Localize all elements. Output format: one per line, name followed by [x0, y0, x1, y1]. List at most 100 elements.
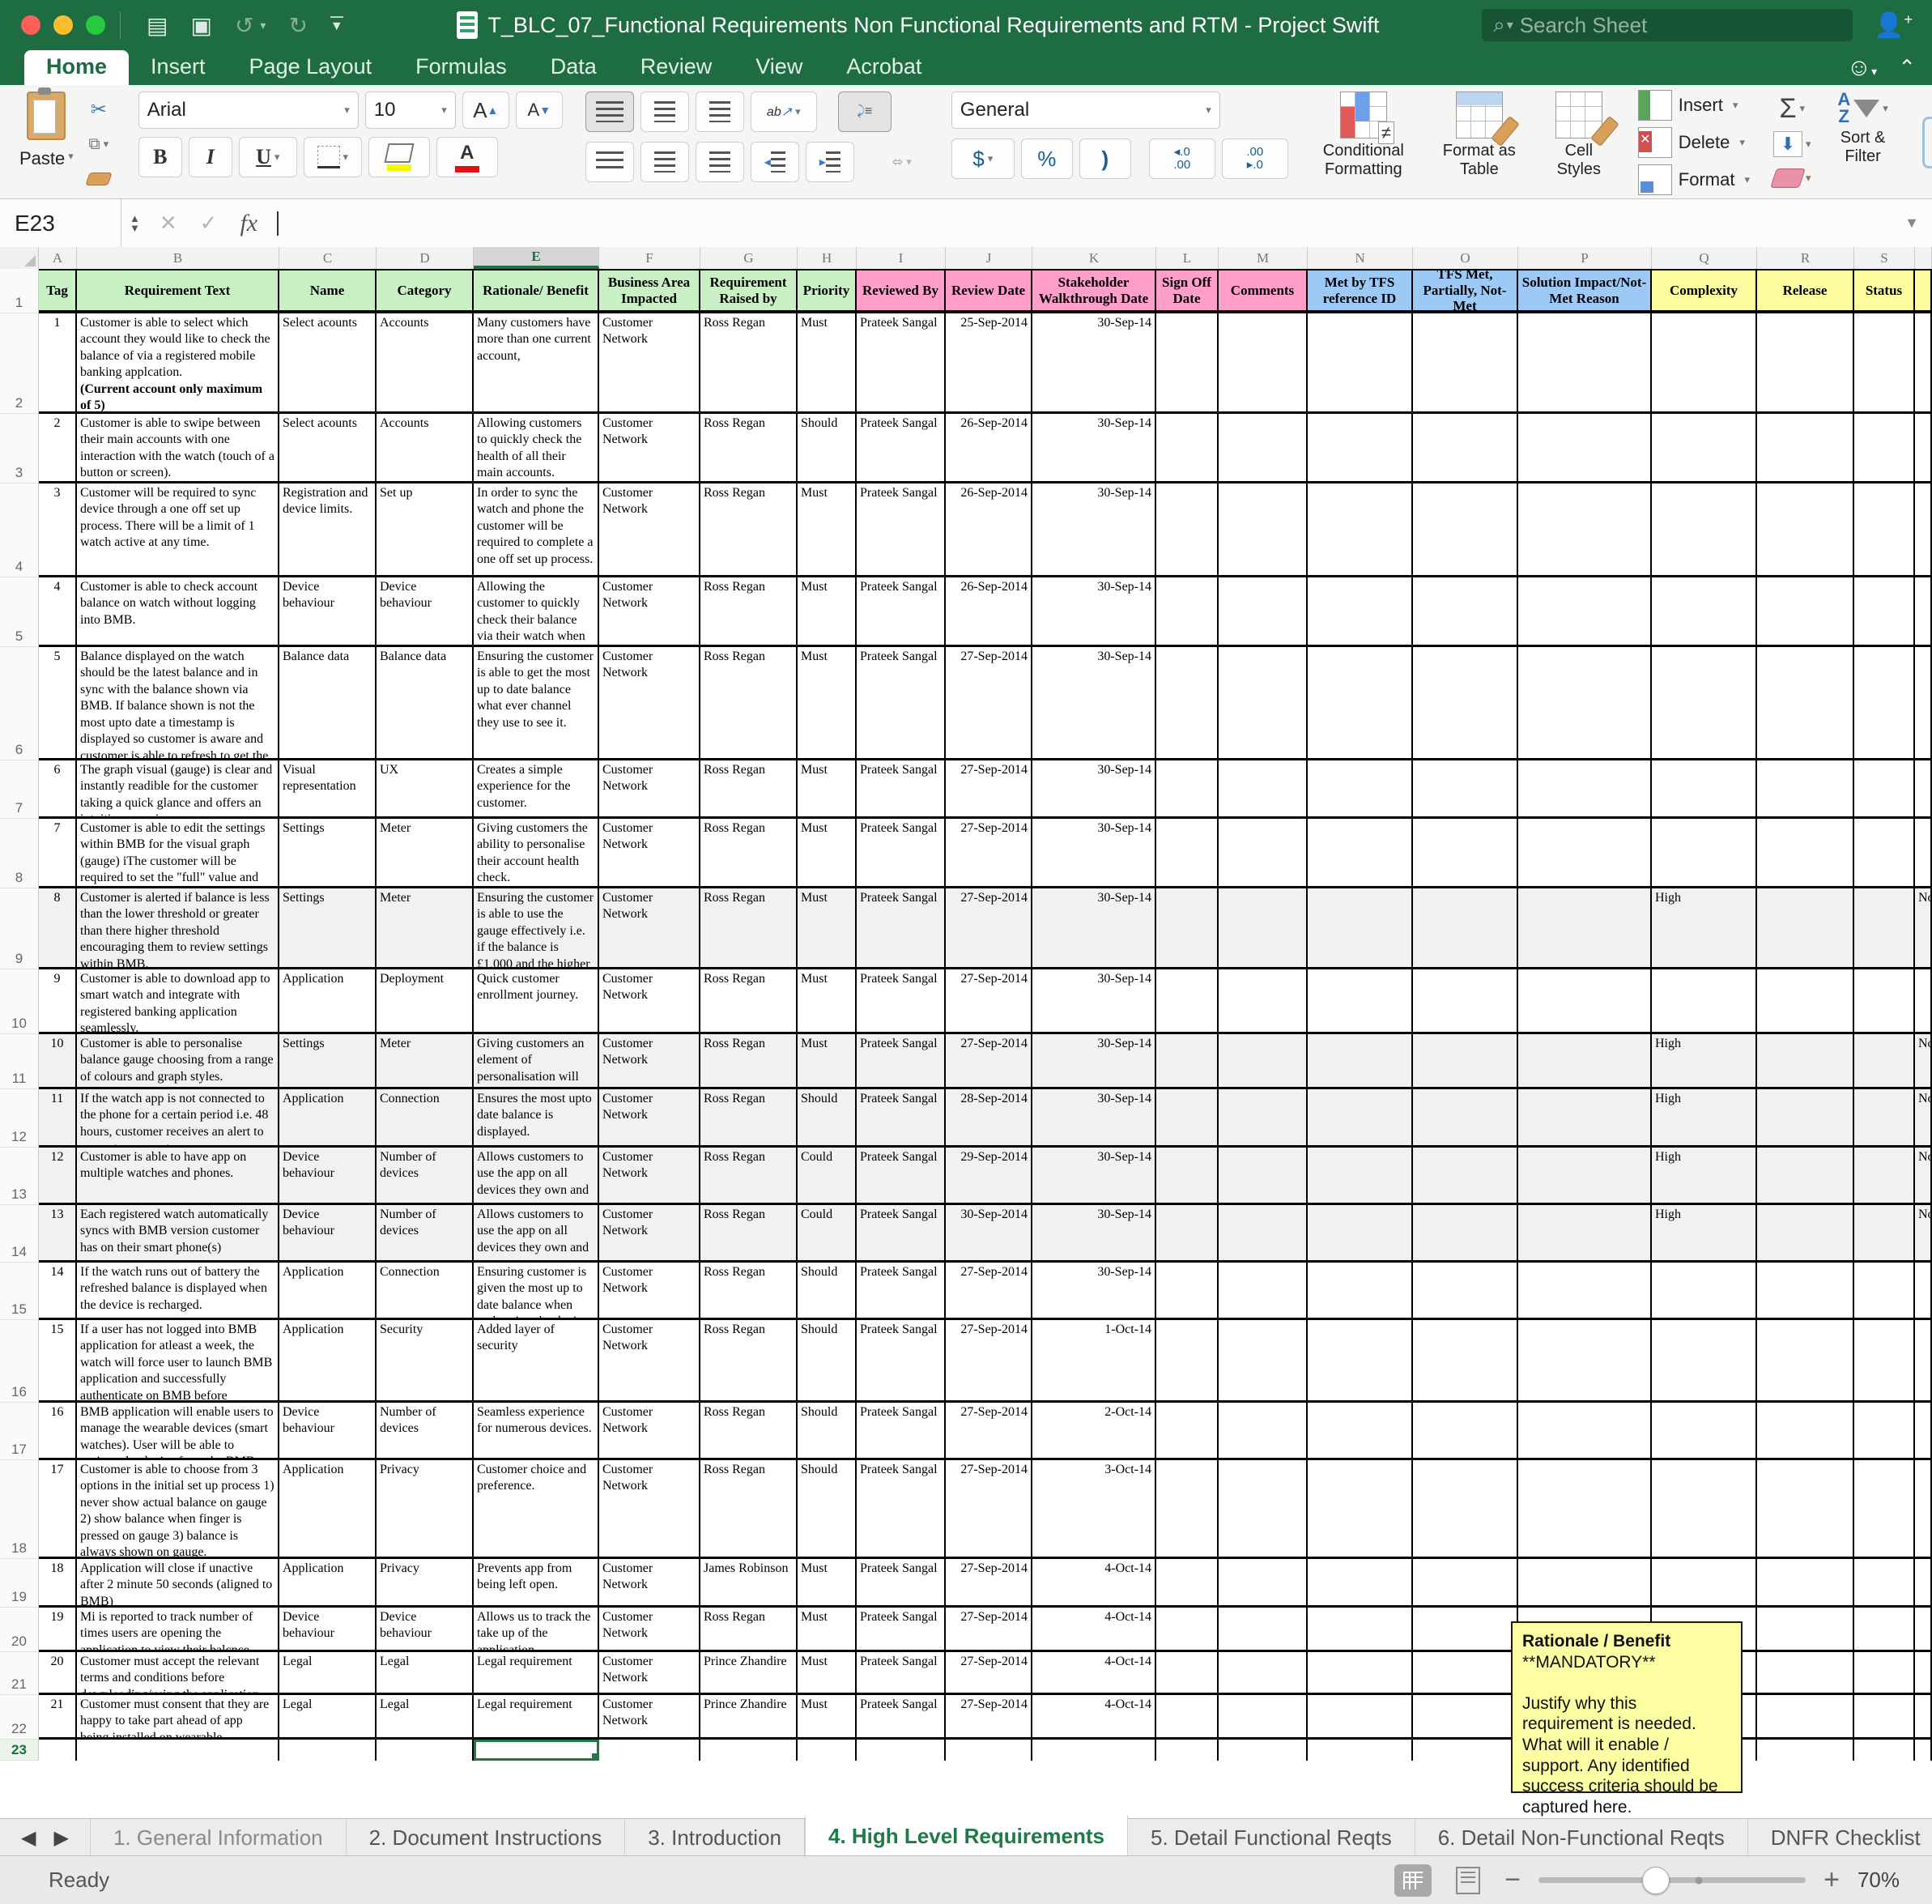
align-middle-button[interactable]	[640, 92, 689, 132]
cell-release[interactable]	[1757, 313, 1854, 414]
row-number[interactable]: 11	[0, 1034, 39, 1089]
cell-status[interactable]	[1854, 1263, 1915, 1320]
cell-tfs_ref[interactable]	[1308, 1652, 1413, 1695]
cell-sign_off[interactable]	[1156, 1740, 1219, 1761]
header-cell-priority[interactable]: Priority	[798, 269, 857, 313]
cell-area[interactable]: Customer Network	[599, 1695, 700, 1740]
cell-status[interactable]	[1854, 483, 1915, 577]
cell-tag[interactable]: 18	[39, 1559, 77, 1608]
ribbon-tab-data[interactable]: Data	[529, 50, 619, 85]
cell-tag[interactable]: 21	[39, 1695, 77, 1740]
cell-name[interactable]: Balance data	[279, 647, 377, 760]
cell-tfs_ref[interactable]	[1308, 969, 1413, 1034]
cell-name[interactable]: Select acounts	[279, 414, 377, 483]
cell-reviewed_by[interactable]: Prateek Sangal	[857, 1320, 946, 1403]
cell-status[interactable]	[1854, 1460, 1915, 1559]
cell-tag[interactable]: 16	[39, 1403, 77, 1460]
cell-t[interactable]	[1915, 414, 1932, 483]
cell-priority[interactable]: Should	[798, 414, 857, 483]
cell-tag[interactable]: 10	[39, 1034, 77, 1089]
cell-comments[interactable]	[1219, 1320, 1308, 1403]
cell-release[interactable]	[1757, 1460, 1854, 1559]
cell-review_date[interactable]: 27-Sep-2014	[946, 1320, 1032, 1403]
cell-area[interactable]: Customer Network	[599, 1608, 700, 1652]
cell-comments[interactable]	[1219, 819, 1308, 888]
ribbon-tab-home[interactable]: Home	[24, 50, 129, 85]
row-number[interactable]: 16	[0, 1320, 39, 1403]
cell-reviewed_by[interactable]: Prateek Sangal	[857, 1148, 946, 1205]
cell-tag[interactable]: 13	[39, 1205, 77, 1263]
cell-category[interactable]: Number of devices	[377, 1148, 474, 1205]
cell-complexity[interactable]	[1652, 1403, 1757, 1460]
cell-walkthrough_date[interactable]: 30-Sep-14	[1032, 647, 1156, 760]
cell-raised_by[interactable]: Ross Regan	[700, 1460, 798, 1559]
cell-tfs_ref[interactable]	[1308, 1263, 1413, 1320]
row-number[interactable]: 10	[0, 969, 39, 1034]
cell-priority[interactable]	[798, 1740, 857, 1761]
cell-raised_by[interactable]: Ross Regan	[700, 819, 798, 888]
cell-name[interactable]: Visual representation	[279, 760, 377, 819]
cell-tfs_met[interactable]	[1413, 1263, 1518, 1320]
font-color-button[interactable]: A	[436, 137, 498, 177]
header-cell-review_date[interactable]: Review Date	[946, 269, 1032, 313]
cell-walkthrough_date[interactable]: 30-Sep-14	[1032, 577, 1156, 647]
cell-review_date[interactable]: 26-Sep-2014	[946, 577, 1032, 647]
cell-name[interactable]: Application	[279, 969, 377, 1034]
cell-sign_off[interactable]	[1156, 1608, 1219, 1652]
cell-t[interactable]	[1915, 483, 1932, 577]
toolbar-toggle-icon[interactable]: ▤	[147, 12, 168, 39]
cell-status[interactable]	[1854, 1205, 1915, 1263]
cell-tag[interactable]: 17	[39, 1460, 77, 1559]
cell-solution_impact[interactable]	[1518, 888, 1652, 969]
select-all-corner[interactable]	[0, 247, 39, 269]
cell-category[interactable]: Meter	[377, 888, 474, 969]
cell-raised_by[interactable]: Ross Regan	[700, 1320, 798, 1403]
format-as-table-button[interactable]: Format as Table	[1439, 92, 1520, 194]
italic-button[interactable]: I	[189, 137, 232, 177]
cell-solution_impact[interactable]	[1518, 1403, 1652, 1460]
header-cell-tfs_met[interactable]: TFS Met, Partially, Not-Met	[1413, 269, 1518, 313]
cell-status[interactable]	[1854, 1652, 1915, 1695]
align-center-button[interactable]	[640, 142, 689, 182]
cell-t[interactable]	[1915, 819, 1932, 888]
cell-rationale[interactable]: Allows us to track the take up of the ap…	[474, 1608, 599, 1652]
cell-walkthrough_date[interactable]: 30-Sep-14	[1032, 414, 1156, 483]
cell-sign_off[interactable]	[1156, 414, 1219, 483]
cell-raised_by[interactable]: Ross Regan	[700, 414, 798, 483]
cell-status[interactable]	[1854, 1559, 1915, 1608]
cell-category[interactable]: Deployment	[377, 969, 474, 1034]
wrap-text-button[interactable]: ⤸≡	[838, 92, 892, 132]
cell-category[interactable]: Meter	[377, 819, 474, 888]
cell-comments[interactable]	[1219, 1695, 1308, 1740]
cell-complexity[interactable]	[1652, 1320, 1757, 1403]
cell-name[interactable]: Device behaviour	[279, 1608, 377, 1652]
delete-cells-button[interactable]: Delete▾	[1638, 127, 1750, 158]
column-header-D[interactable]: D	[377, 247, 474, 269]
cell-reviewed_by[interactable]: Prateek Sangal	[857, 577, 946, 647]
cell-area[interactable]: Customer Network	[599, 577, 700, 647]
cell-raised_by[interactable]: Ross Regan	[700, 760, 798, 819]
cell-release[interactable]	[1757, 1608, 1854, 1652]
cell-reviewed_by[interactable]: Prateek Sangal	[857, 647, 946, 760]
column-header-R[interactable]: R	[1757, 247, 1854, 269]
cell-reviewed_by[interactable]: Prateek Sangal	[857, 888, 946, 969]
cell-text[interactable]: If the watch runs out of battery the ref…	[77, 1263, 279, 1320]
cell-reviewed_by[interactable]: Prateek Sangal	[857, 1695, 946, 1740]
cell-category[interactable]: Set up	[377, 483, 474, 577]
cell-tfs_ref[interactable]	[1308, 483, 1413, 577]
percent-format-button[interactable]: %	[1021, 138, 1073, 179]
cell-solution_impact[interactable]	[1518, 1263, 1652, 1320]
header-cell-category[interactable]: Category	[377, 269, 474, 313]
cell-priority[interactable]: Must	[798, 1608, 857, 1652]
cell-t[interactable]	[1915, 1263, 1932, 1320]
cell-reviewed_by[interactable]: Prateek Sangal	[857, 969, 946, 1034]
cell-priority[interactable]: Must	[798, 647, 857, 760]
cell-status[interactable]	[1854, 1089, 1915, 1148]
shrink-font-button[interactable]: A▼	[516, 92, 563, 129]
grow-font-button[interactable]: A▲	[462, 92, 509, 129]
cell-release[interactable]	[1757, 1695, 1854, 1740]
cell-category[interactable]: Privacy	[377, 1460, 474, 1559]
column-header-T[interactable]	[1915, 247, 1932, 269]
zoom-in-icon[interactable]: +	[1823, 1864, 1840, 1896]
decrease-indent-button[interactable]: ◂	[751, 142, 799, 182]
